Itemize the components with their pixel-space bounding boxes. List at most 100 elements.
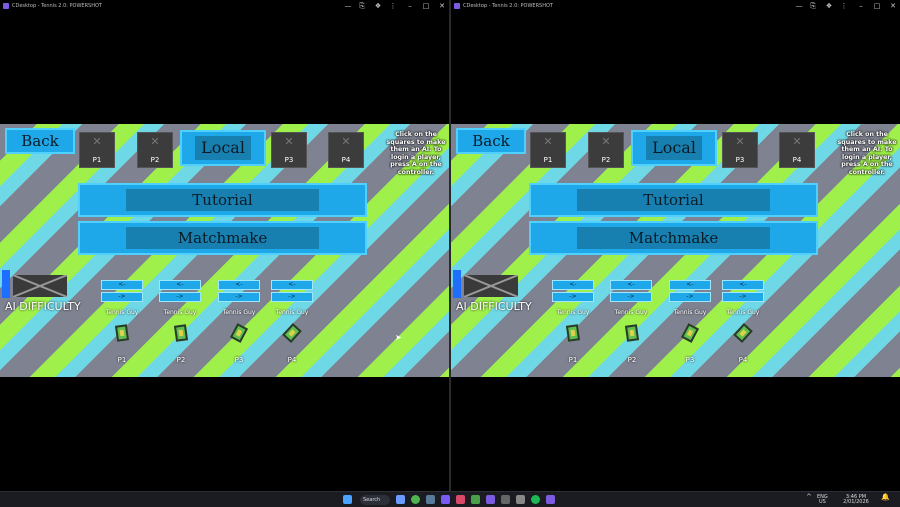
window-control-extensions[interactable]: ❖ [371,0,385,12]
local-button[interactable]: Local [180,130,266,166]
close-button[interactable]: ✕ [886,0,900,12]
close-icon: ✕ [150,135,160,148]
window-control-dash[interactable]: — [792,0,806,12]
tutorial-button-label: Tutorial [643,191,704,209]
game-window-left: CDesktop - Tennis 2.0: POWERSHOT — ⎘ ❖ ⋮… [0,0,449,491]
next-character-button[interactable]: -> [552,292,594,302]
close-icon: ✕ [543,135,553,148]
back-button[interactable]: Back [456,128,526,154]
windows-start-icon[interactable] [343,495,352,504]
chrome-icon[interactable] [411,495,420,504]
instructions-text: Click on the squares to make them an AI.… [837,131,897,176]
character-name: Tennis Guy [163,309,197,316]
maximize-button[interactable]: □ [870,0,884,12]
app-icon [454,3,460,9]
player-slot-label: P3 [284,156,294,164]
prev-character-button[interactable]: <- [101,280,143,290]
player-slot-label: P2 [601,156,611,164]
next-character-button[interactable]: -> [271,292,313,302]
window-menu-button[interactable]: ⋮ [837,0,851,12]
player-slot-p1[interactable]: ✕ P1 [530,132,566,168]
notepad-icon[interactable] [471,495,480,504]
character-name: Tennis Guy [614,309,648,316]
player-slot-label: P2 [150,156,160,164]
prev-character-button[interactable]: <- [669,280,711,290]
player-slot-label: P1 [92,156,102,164]
github-desktop-icon[interactable] [486,495,495,504]
taskbar-search[interactable]: Search [360,495,390,505]
next-character-button[interactable]: -> [218,292,260,302]
prev-character-button[interactable]: <- [552,280,594,290]
window-control-pip[interactable]: ⎘ [355,0,369,12]
chevron-up-icon[interactable]: ^ [806,494,812,501]
taskbar: Search ^ ENG US 3:46 PM 2/01/2026 🔔 [0,491,900,507]
window-title: CDesktop - Tennis 2.0: POWERSHOT [12,3,102,9]
player-slot-p2[interactable]: ✕ P2 [137,132,173,168]
player-slot-p3[interactable]: ✕ P3 [271,132,307,168]
character-name: Tennis Guy [275,309,309,316]
window-titlebar: CDesktop - Tennis 2.0: POWERSHOT — ⎘ ❖ ⋮… [451,0,900,12]
matchmake-button-label: Matchmake [628,229,719,247]
back-button[interactable]: Back [5,128,75,154]
prev-character-button[interactable]: <- [610,280,652,290]
local-button-label: Local [652,138,696,157]
player-slot-p3[interactable]: ✕ P3 [722,132,758,168]
discord-icon[interactable] [441,495,450,504]
window-titlebar: CDesktop - Tennis 2.0: POWERSHOT — ⎘ ❖ ⋮… [0,0,449,12]
player-slot-p4[interactable]: ✕ P4 [779,132,815,168]
minimize-button[interactable]: – [403,0,417,12]
player-slot-label: P3 [735,156,745,164]
character-name: Tennis Guy [556,309,590,316]
app-icon[interactable] [501,495,510,504]
local-button-label: Local [201,138,245,157]
next-character-button[interactable]: -> [101,292,143,302]
copilot-icon[interactable] [396,495,405,504]
language-indicator[interactable]: ENG US [817,495,828,505]
player-slot-label: P4 [341,156,351,164]
matchmake-button[interactable]: Matchmake [78,221,367,255]
ai-difficulty-slider[interactable] [2,270,10,298]
ai-difficulty-slider[interactable] [453,270,461,298]
instructions-text: Click on the squares to make them an AI.… [386,131,446,176]
tutorial-button[interactable]: Tutorial [529,183,818,217]
window-control-dash[interactable]: — [341,0,355,12]
settings-icon[interactable] [516,495,525,504]
next-character-button[interactable]: -> [610,292,652,302]
close-icon: ✕ [341,135,351,148]
window-menu-button[interactable]: ⋮ [386,0,400,12]
window-control-pip[interactable]: ⎘ [806,0,820,12]
mouse-cursor-icon: ➤ [395,333,402,342]
player-slot-p1[interactable]: ✕ P1 [79,132,115,168]
local-button[interactable]: Local [631,130,717,166]
game-menu: Back ✕ P1 ✕ P2 Local ✕ P3 ✕ P4 Click on … [451,124,900,377]
next-character-button[interactable]: -> [669,292,711,302]
window-control-extensions[interactable]: ❖ [822,0,836,12]
app-icon[interactable] [546,495,555,504]
ai-difficulty-label: AI DIFFICULTY [456,300,532,313]
flag-icon [13,275,67,297]
clock[interactable]: 3:46 PM 2/01/2026 [842,495,870,505]
back-button-label: Back [472,132,510,150]
steam-icon[interactable] [426,495,435,504]
player-label: P1 [568,356,578,364]
maximize-button[interactable]: □ [419,0,433,12]
player-label: P2 [176,356,186,364]
prev-character-button[interactable]: <- [271,280,313,290]
close-button[interactable]: ✕ [435,0,449,12]
spotify-icon[interactable] [531,495,540,504]
character-sprite [173,324,189,342]
player-slot-p2[interactable]: ✕ P2 [588,132,624,168]
tutorial-button[interactable]: Tutorial [78,183,367,217]
matchmake-button[interactable]: Matchmake [529,221,818,255]
next-character-button[interactable]: -> [159,292,201,302]
prev-character-button[interactable]: <- [159,280,201,290]
player-slot-p4[interactable]: ✕ P4 [328,132,364,168]
prev-character-button[interactable]: <- [218,280,260,290]
character-sprite [282,323,302,343]
minimize-button[interactable]: – [854,0,868,12]
next-character-button[interactable]: -> [722,292,764,302]
back-button-label: Back [21,132,59,150]
prev-character-button[interactable]: <- [722,280,764,290]
app-icon[interactable] [456,495,465,504]
notification-bell-icon[interactable]: 🔔 [881,494,890,501]
